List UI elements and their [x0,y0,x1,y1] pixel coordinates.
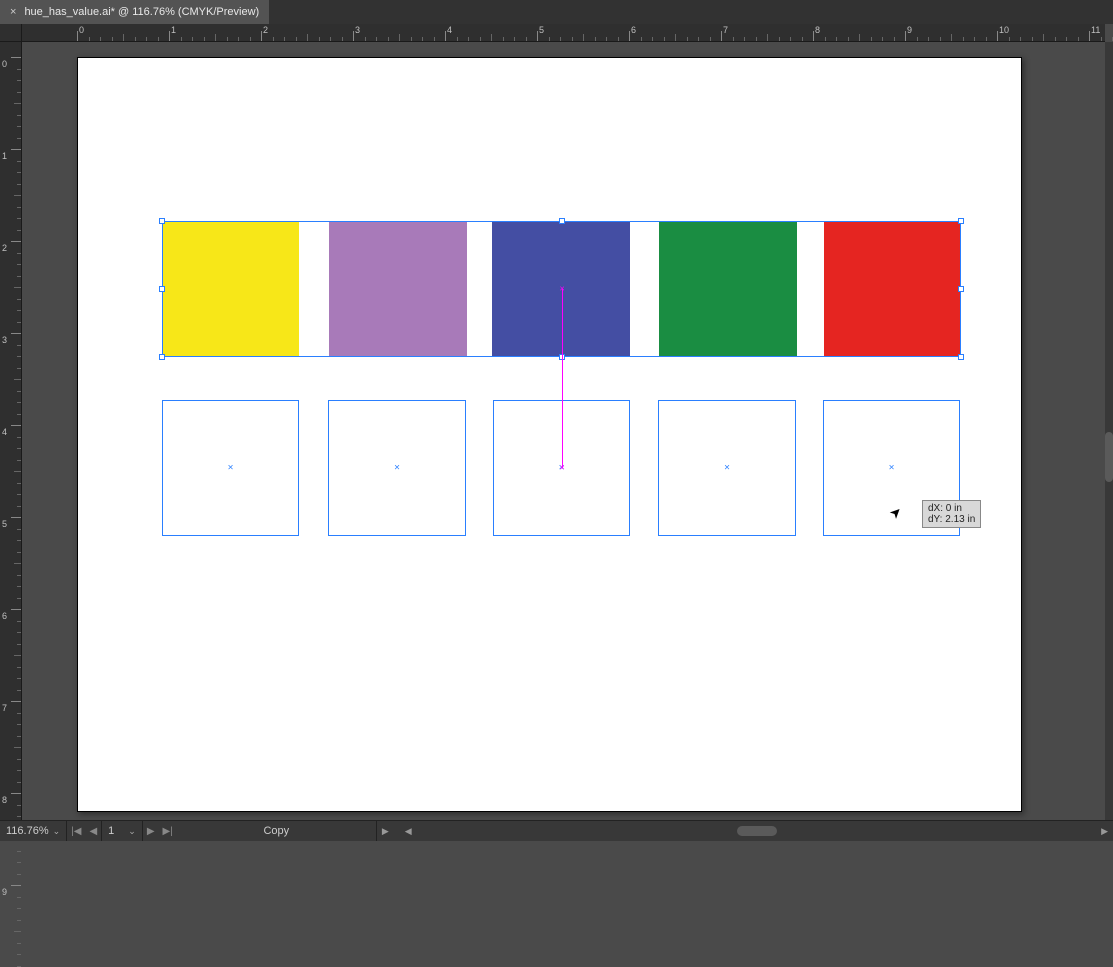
selection-handle[interactable] [159,286,165,292]
ruler-v-label: 6 [2,611,7,621]
status-mode: Copy [177,821,377,841]
ruler-origin-button[interactable] [0,24,22,42]
artboard-nav-next: ▶ ▶| [143,821,177,841]
vertical-scrollbar[interactable] [1105,42,1113,820]
prev-artboard-button[interactable]: ◀ [85,826,101,837]
horizontal-scroll-thumb[interactable] [737,826,777,836]
vertical-scroll-thumb[interactable] [1105,432,1113,482]
chevron-down-icon: ⌄ [128,826,136,837]
center-mark-icon: × [889,463,895,474]
ruler-h-label: 10 [999,25,1009,35]
ruler-v-label: 1 [2,151,7,161]
ruler-h-label: 9 [907,25,912,35]
drag-endpoint-icon: × [560,466,565,471]
scroll-right-arrow-icon: ▶ [1096,826,1113,837]
ruler-v-label: 8 [2,795,7,805]
drag-threadline [562,289,563,468]
ruler-h-label: 3 [355,25,360,35]
artboard-number: 1 [108,825,114,837]
zoom-value: 116.76% [6,825,49,837]
selection-handle[interactable] [559,218,565,224]
ruler-h-label: 4 [447,25,452,35]
ruler-h-label: 6 [631,25,636,35]
center-mark-icon: × [394,463,400,474]
zoom-level-dropdown[interactable]: 116.76% ⌄ [0,821,67,841]
ruler-v-label: 2 [2,243,7,253]
ruler-h-label: 8 [815,25,820,35]
document-tab-title: hue_has_value.ai* @ 116.76% (CMYK/Previe… [24,6,259,18]
artboard-number-dropdown[interactable]: 1 ⌄ [101,821,143,841]
ruler-v-label: 0 [2,59,7,69]
close-icon[interactable]: × [10,6,16,18]
ruler-v-label: 9 [2,887,7,897]
ruler-v-label: 7 [2,703,7,713]
ruler-h-label: 1 [171,25,176,35]
artboard-nav: |◀ ◀ [67,821,101,841]
ruler-h-label: 0 [79,25,84,35]
drag-endpoint-icon: × [560,287,565,292]
ruler-v-label: 4 [2,427,7,437]
first-artboard-button[interactable]: |◀ [67,826,85,837]
status-bar: 116.76% ⌄ |◀ ◀ 1 ⌄ ▶ ▶| Copy ▶ ◀ ▶ [0,820,1113,841]
ruler-v-label: 3 [2,335,7,345]
tooltip-dx: dX: 0 in [928,503,975,514]
scroll-left-button[interactable]: ▶ [377,826,394,837]
tooltip-dy: dY: 2.13 in [928,514,975,525]
document-tab[interactable]: × hue_has_value.ai* @ 116.76% (CMYK/Prev… [0,0,269,24]
next-artboard-button[interactable]: ▶ [143,826,159,837]
chevron-down-icon: ⌄ [53,826,61,837]
center-mark-icon: × [724,463,730,474]
horizontal-ruler[interactable]: 0 1 2 3 4 5 6 7 8 9 10 11 [22,24,1105,42]
ruler-h-label: 5 [539,25,544,35]
selection-handle[interactable] [958,286,964,292]
selection-handle[interactable] [958,218,964,224]
horizontal-scrollbar[interactable]: ▶ ◀ ▶ [377,821,1113,841]
document-tab-bar: × hue_has_value.ai* @ 116.76% (CMYK/Prev… [0,0,1113,24]
selection-handle[interactable] [159,354,165,360]
ruler-h-label: 11 [1091,25,1100,35]
scroll-left-arrow-icon: ◀ [400,826,417,837]
ruler-h-label: 7 [723,25,728,35]
selection-handle[interactable] [958,354,964,360]
vertical-ruler[interactable]: 0123456789 [0,42,22,820]
selection-handle[interactable] [159,218,165,224]
last-artboard-button[interactable]: ▶| [159,826,177,837]
transform-values-tooltip: dX: 0 indY: 2.13 in [922,500,981,528]
ruler-v-label: 5 [2,519,7,529]
center-mark-icon: × [228,463,234,474]
ruler-h-label: 2 [263,25,268,35]
status-mode-label: Copy [263,825,289,837]
canvas-area[interactable]: ×××××××➤dX: 0 indY: 2.13 in [22,42,1105,820]
